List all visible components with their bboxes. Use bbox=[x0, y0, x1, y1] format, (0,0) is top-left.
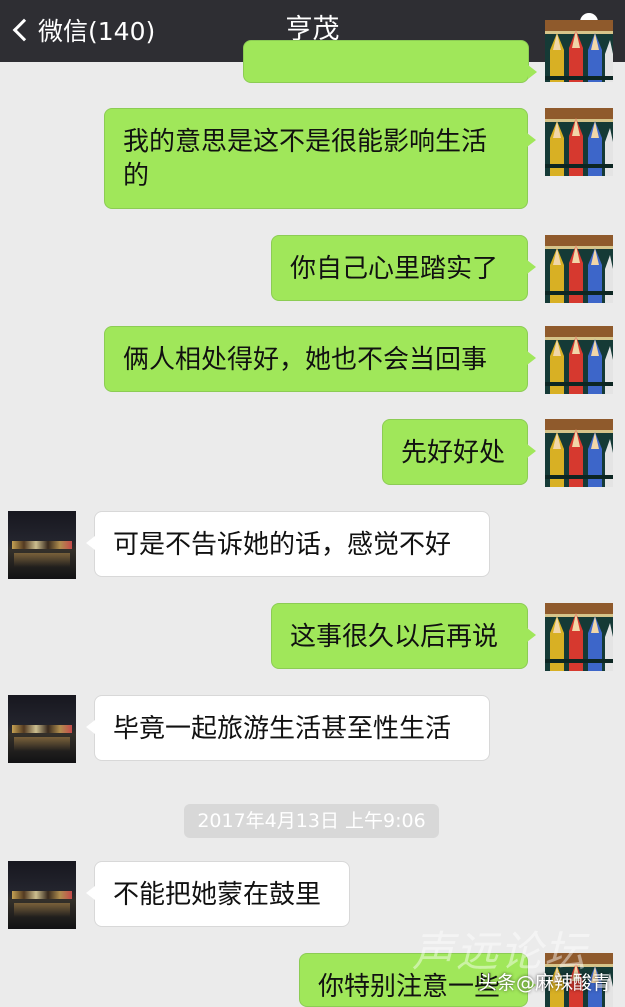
self-avatar[interactable] bbox=[545, 603, 613, 671]
self-avatar[interactable] bbox=[545, 20, 613, 82]
timestamp: 2017年4月13日 上午9:06 bbox=[184, 804, 439, 838]
self-avatar[interactable] bbox=[545, 326, 613, 394]
contact-avatar[interactable] bbox=[8, 511, 76, 579]
back-label: 微信(140) bbox=[38, 17, 156, 46]
message-bubble-self[interactable] bbox=[243, 40, 537, 83]
self-avatar[interactable] bbox=[545, 108, 613, 176]
back-button[interactable]: 微信(140) bbox=[8, 10, 155, 50]
source-watermark: 头条@麻辣酸青 bbox=[477, 972, 611, 994]
self-avatar[interactable] bbox=[545, 419, 613, 487]
message-bubble-other[interactable]: 不能把她蒙在鼓里 bbox=[86, 861, 350, 927]
self-avatar[interactable] bbox=[545, 235, 613, 303]
message-bubble-self[interactable]: 这事很久以后再说 bbox=[271, 603, 536, 669]
contact-avatar[interactable] bbox=[8, 861, 76, 929]
message-bubble-other[interactable]: 毕竟一起旅游生活甚至性生活 bbox=[86, 695, 490, 761]
message-bubble-self[interactable]: 俩人相处得好，她也不会当回事 bbox=[104, 326, 536, 392]
message-bubble-self[interactable]: 先好好处 bbox=[382, 419, 536, 485]
message-bubble-other[interactable]: 可是不告诉她的话，感觉不好 bbox=[86, 511, 490, 577]
message-bubble-self[interactable]: 我的意思是这不是很能影响生活的 bbox=[104, 108, 536, 209]
contact-avatar[interactable] bbox=[8, 695, 76, 763]
chevron-left-icon bbox=[12, 18, 36, 42]
message-bubble-self[interactable]: 你自己心里踏实了 bbox=[271, 235, 536, 301]
